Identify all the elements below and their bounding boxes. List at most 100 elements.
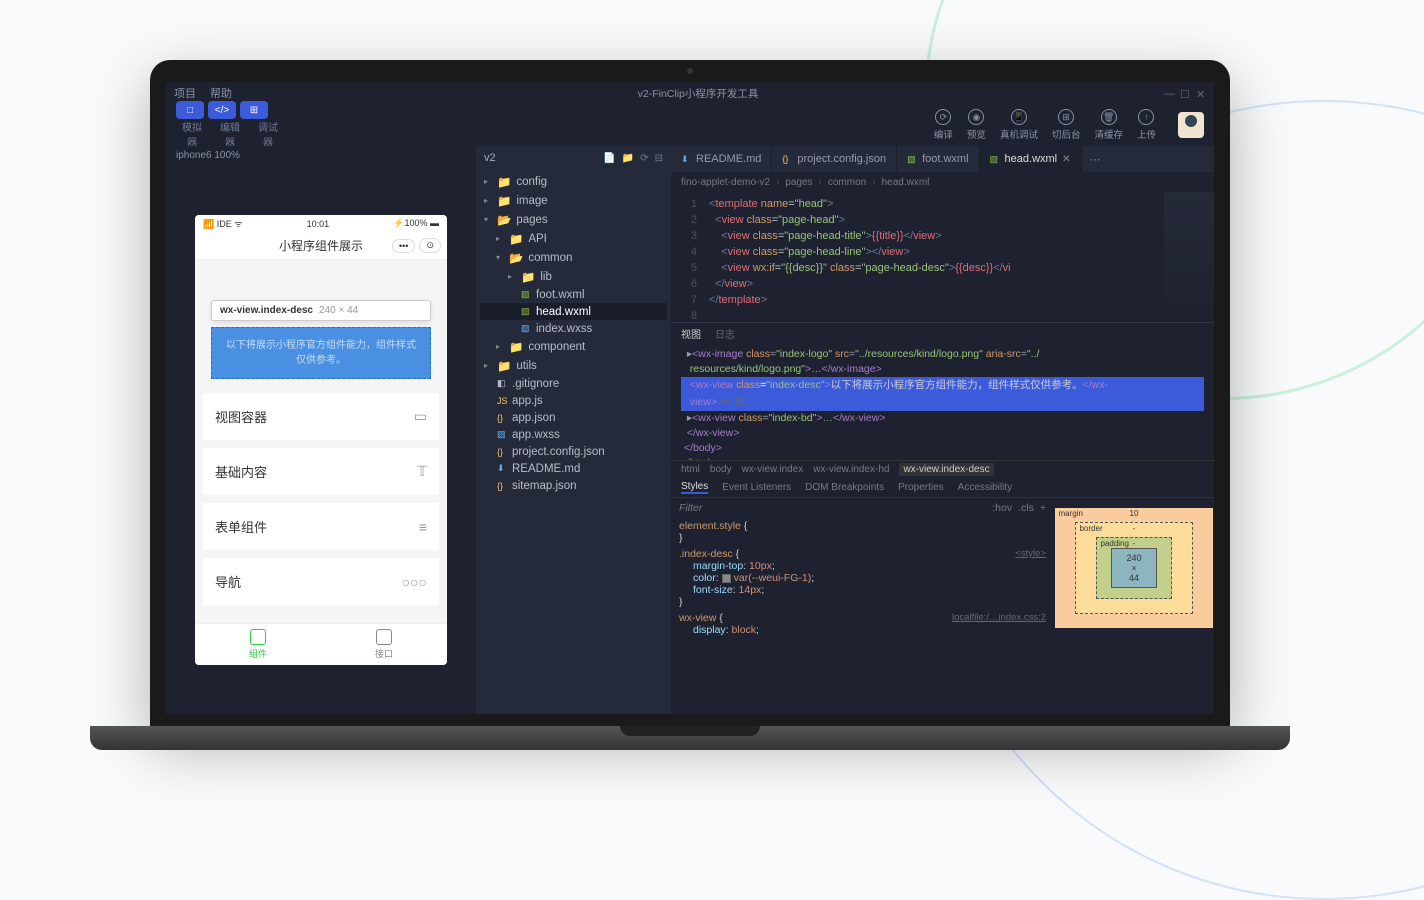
file-app-wxss[interactable]: ▨app.wxss bbox=[480, 426, 667, 443]
box-model[interactable]: margin10 border- padding- 240 × 44 bbox=[1054, 498, 1214, 642]
devtools-subtabs: Styles Event Listeners DOM Breakpoints P… bbox=[671, 478, 1214, 498]
devtools-tab-layout[interactable]: 视图 bbox=[681, 326, 701, 341]
menu-view-container[interactable]: 视图容器▭ bbox=[203, 393, 439, 440]
folder-utils[interactable]: ▸📁utils bbox=[480, 356, 667, 375]
folder-lib[interactable]: ▸📁lib bbox=[480, 267, 667, 286]
highlighted-element[interactable]: 以下将展示小程序官方组件能力，组件样式仅供参考。 bbox=[211, 327, 431, 379]
bc-common[interactable]: common bbox=[828, 177, 866, 188]
color-swatch-icon[interactable] bbox=[722, 574, 731, 583]
dots-icon: ○○○ bbox=[402, 574, 427, 590]
folder-config[interactable]: ▸📁config bbox=[480, 172, 667, 191]
minimap[interactable] bbox=[1164, 192, 1214, 312]
ide-window: 项目 帮助 v2-FinClip小程序开发工具 — ☐ ✕ □ </> ⊞ bbox=[166, 82, 1214, 714]
rule-source-link[interactable]: localfile:/…index.css:2 bbox=[952, 612, 1046, 623]
styles-rules[interactable]: Filter :hov.cls+ element.style {} <style… bbox=[671, 498, 1054, 642]
minimize-icon[interactable]: — bbox=[1164, 88, 1174, 98]
filter-input[interactable]: Filter bbox=[679, 502, 702, 514]
bc-file[interactable]: head.wxml bbox=[882, 177, 930, 188]
more-icon[interactable]: ••• bbox=[392, 239, 415, 253]
menu-navigation[interactable]: 导航○○○ bbox=[203, 558, 439, 605]
path-index-desc[interactable]: wx-view.index-desc bbox=[899, 463, 993, 476]
menu-help[interactable]: 帮助 bbox=[210, 85, 232, 101]
path-index-hd[interactable]: wx-view.index-hd bbox=[813, 464, 889, 475]
new-file-icon[interactable]: 📄 bbox=[603, 153, 615, 164]
rule-source-link[interactable]: <style> bbox=[1015, 548, 1046, 559]
folder-component[interactable]: ▸📁component bbox=[480, 337, 667, 356]
wxss-icon: ▨ bbox=[497, 429, 507, 440]
path-body[interactable]: body bbox=[710, 464, 732, 475]
element-path: html body wx-view.index wx-view.index-hd… bbox=[671, 460, 1214, 478]
file-sitemap[interactable]: {}sitemap.json bbox=[480, 477, 667, 494]
code-editor[interactable]: 1<template name="head"> 2 <view class="p… bbox=[671, 192, 1214, 322]
folder-common[interactable]: ▾📂common bbox=[480, 248, 667, 267]
tabbar-component[interactable]: 组件 bbox=[195, 624, 321, 665]
file-foot-wxml[interactable]: ▧foot.wxml bbox=[480, 286, 667, 303]
new-folder-icon[interactable]: 📁 bbox=[622, 153, 634, 164]
compile-button[interactable]: ⟳编译 bbox=[934, 109, 953, 141]
close-capsule-icon[interactable]: ⊙ bbox=[419, 238, 441, 253]
subtab-listeners[interactable]: Event Listeners bbox=[722, 482, 791, 493]
page-title: 小程序组件展示 bbox=[279, 237, 363, 254]
simulator-panel: iphone6 100% 📶 IDE ᯤ 10:01 ⚡100% ▬ 小程序组件… bbox=[166, 146, 476, 714]
folder-pages[interactable]: ▾📂pages bbox=[480, 210, 667, 229]
tab-project-config[interactable]: {}project.config.json bbox=[772, 146, 897, 172]
file-gitignore[interactable]: ◧.gitignore bbox=[480, 375, 667, 392]
tab-foot[interactable]: ▧foot.wxml bbox=[897, 146, 979, 172]
file-head-wxml[interactable]: ▧head.wxml bbox=[480, 303, 667, 320]
folder-icon: 📁 bbox=[497, 175, 511, 189]
tabbar-api[interactable]: 接口 bbox=[321, 624, 447, 665]
folder-icon: 📁 bbox=[497, 194, 511, 208]
maximize-icon[interactable]: ☐ bbox=[1180, 88, 1190, 98]
simulator-toggle[interactable]: □ bbox=[176, 101, 204, 119]
path-html[interactable]: html bbox=[681, 464, 700, 475]
folder-icon: 📁 bbox=[521, 270, 535, 284]
folder-open-icon: 📂 bbox=[497, 213, 511, 227]
editor-label: 编辑器 bbox=[216, 119, 244, 149]
elements-panel[interactable]: ▸<wx-image class="index-logo" src="../re… bbox=[671, 343, 1214, 460]
clear-cache-button[interactable]: 🗑清缓存 bbox=[1094, 109, 1123, 141]
devtools-tab-console[interactable]: 日志 bbox=[715, 326, 735, 341]
tab-close-icon[interactable]: ✕ bbox=[1062, 154, 1070, 165]
folder-image[interactable]: ▸📁image bbox=[480, 191, 667, 210]
explorer-root[interactable]: v2 bbox=[484, 152, 496, 164]
tab-readme[interactable]: ⬇README.md bbox=[671, 146, 772, 172]
preview-button[interactable]: ◉预览 bbox=[967, 109, 986, 141]
close-icon[interactable]: ✕ bbox=[1196, 88, 1206, 98]
cls-toggle[interactable]: .cls bbox=[1018, 502, 1034, 514]
device-info[interactable]: iphone6 100% bbox=[166, 146, 476, 165]
remote-debug-button[interactable]: 📱真机调试 bbox=[1000, 109, 1038, 141]
add-rule-icon[interactable]: + bbox=[1040, 502, 1046, 514]
refresh-icon[interactable]: ⟳ bbox=[640, 153, 648, 164]
bc-root[interactable]: fino-applet-demo-v2 bbox=[681, 177, 770, 188]
json-icon: {} bbox=[782, 154, 792, 164]
upload-button[interactable]: ↑上传 bbox=[1137, 109, 1156, 141]
user-avatar[interactable] bbox=[1178, 112, 1204, 138]
tabs-more-icon[interactable]: ⋯ bbox=[1082, 153, 1109, 166]
folder-api[interactable]: ▸📁API bbox=[480, 229, 667, 248]
selected-element[interactable]: <wx-view class="index-desc">以下将展示小程序官方组件… bbox=[681, 377, 1204, 394]
menu-basic-content[interactable]: 基础内容𝕋 bbox=[203, 448, 439, 495]
background-button[interactable]: ⊞切后台 bbox=[1052, 109, 1081, 141]
path-index[interactable]: wx-view.index bbox=[742, 464, 804, 475]
file-readme[interactable]: ⬇README.md bbox=[480, 460, 667, 477]
editor-toggle[interactable]: </> bbox=[208, 101, 236, 119]
subtab-styles[interactable]: Styles bbox=[681, 481, 708, 494]
collapse-icon[interactable]: ⊟ bbox=[655, 153, 663, 164]
phone-simulator[interactable]: 📶 IDE ᯤ 10:01 ⚡100% ▬ 小程序组件展示 ••• ⊙ bbox=[195, 215, 447, 665]
tab-head[interactable]: ▧head.wxml✕ bbox=[980, 146, 1082, 172]
bc-pages[interactable]: pages bbox=[785, 177, 812, 188]
menu-project[interactable]: 项目 bbox=[174, 85, 196, 101]
file-app-js[interactable]: JSapp.js bbox=[480, 392, 667, 409]
file-app-json[interactable]: {}app.json bbox=[480, 409, 667, 426]
subtab-breakpoints[interactable]: DOM Breakpoints bbox=[805, 482, 884, 493]
hov-toggle[interactable]: :hov bbox=[992, 502, 1012, 514]
folder-icon: 📁 bbox=[509, 340, 523, 354]
json-icon: {} bbox=[497, 447, 507, 457]
editor-area: ⬇README.md {}project.config.json ▧foot.w… bbox=[671, 146, 1214, 714]
menu-form-component[interactable]: 表单组件≡ bbox=[203, 503, 439, 550]
debugger-toggle[interactable]: ⊞ bbox=[240, 101, 268, 119]
file-index-wxss[interactable]: ▨index.wxss bbox=[480, 320, 667, 337]
subtab-a11y[interactable]: Accessibility bbox=[958, 482, 1012, 493]
file-project-config[interactable]: {}project.config.json bbox=[480, 443, 667, 460]
subtab-properties[interactable]: Properties bbox=[898, 482, 944, 493]
